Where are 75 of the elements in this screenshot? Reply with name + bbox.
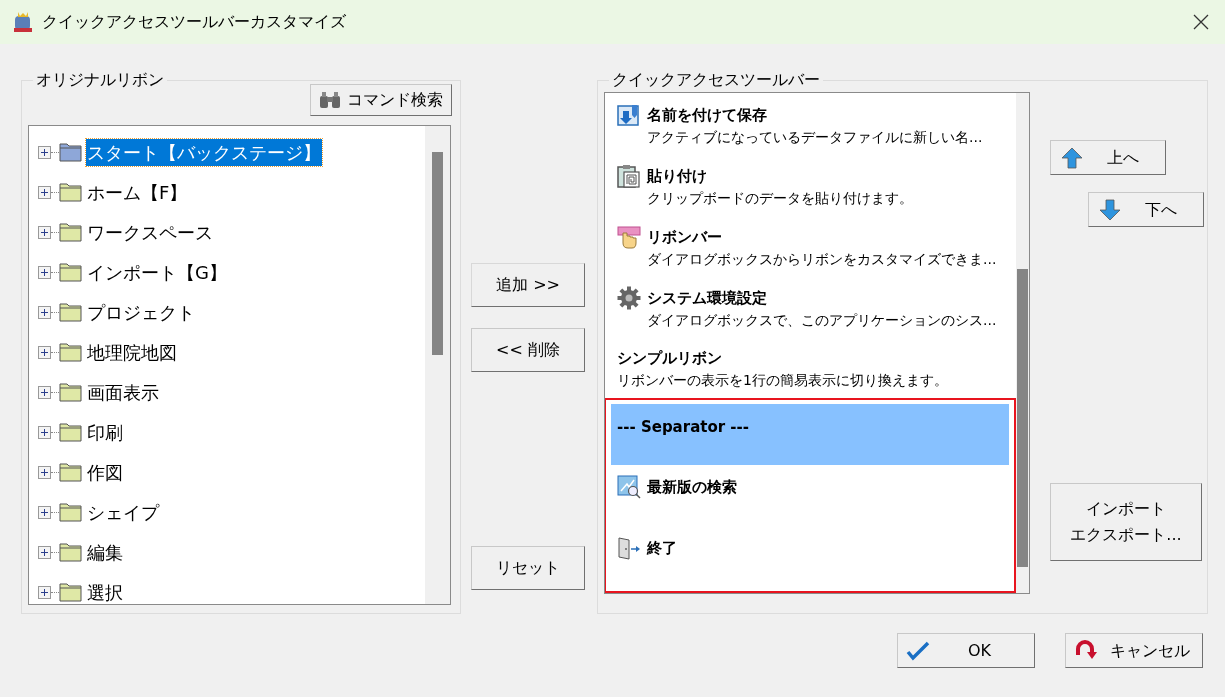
command-description: クリップボードのデータを貼り付けます。 bbox=[646, 189, 914, 208]
command-description: ダイアログボックスで、このアプリケーションのシス... bbox=[646, 311, 998, 330]
expand-toggle[interactable] bbox=[38, 425, 51, 439]
folder-icon bbox=[59, 422, 82, 442]
tree-item[interactable]: インポート【G】 bbox=[86, 258, 228, 286]
tree-item[interactable]: シェイプ bbox=[86, 498, 160, 526]
scrollbar-thumb[interactable] bbox=[432, 152, 443, 355]
command-search-button[interactable]: コマンド検索 bbox=[310, 84, 452, 116]
button-label-line: エクスポート... bbox=[1070, 524, 1182, 546]
scrollbar-thumb[interactable] bbox=[1017, 269, 1028, 567]
command-description: ダイアログボックスからリボンをカスタマイズできま... bbox=[646, 250, 998, 269]
import-export-button[interactable]: インポート エクスポート... bbox=[1050, 483, 1202, 561]
folder-icon bbox=[59, 182, 82, 202]
folder-icon bbox=[59, 342, 82, 362]
move-up-button[interactable]: 上へ bbox=[1050, 140, 1166, 175]
move-down-button[interactable]: 下へ bbox=[1088, 192, 1204, 227]
group-title: オリジナルリボン bbox=[35, 69, 165, 91]
expand-toggle[interactable] bbox=[38, 385, 51, 399]
folder-icon bbox=[59, 582, 82, 602]
command-title: 終了 bbox=[647, 537, 677, 559]
close-icon bbox=[1193, 14, 1209, 30]
tree-item[interactable]: スタート【バックステージ】 bbox=[86, 138, 322, 166]
binoculars-icon bbox=[319, 91, 341, 109]
command-title: 名前を付けて保存 bbox=[647, 104, 767, 126]
group-title: クイックアクセスツールバー bbox=[611, 69, 821, 91]
window-title: クイックアクセスツールバーカスタマイズ bbox=[42, 11, 346, 33]
separator-item[interactable]: --- Separator --- bbox=[611, 404, 1009, 465]
expand-toggle[interactable] bbox=[38, 545, 51, 559]
check-icon bbox=[906, 640, 932, 661]
expand-toggle[interactable] bbox=[38, 305, 51, 319]
ok-button[interactable]: OK bbox=[897, 633, 1035, 668]
folder-icon bbox=[59, 262, 82, 282]
command-title: シンプルリボン bbox=[617, 348, 722, 369]
gear-icon bbox=[617, 286, 641, 310]
command-title: システム環境設定 bbox=[647, 287, 767, 309]
remove-button[interactable]: << 削除 bbox=[471, 328, 585, 372]
tree-item[interactable]: ホーム【F】 bbox=[86, 178, 189, 206]
command-title: 最新版の検索 bbox=[647, 476, 737, 498]
folder-icon bbox=[59, 142, 82, 162]
command-description: アクティブになっているデータファイルに新しい名... bbox=[646, 128, 984, 147]
tree-item[interactable]: 編集 bbox=[86, 538, 124, 566]
command-description: リボンバーの表示を1行の簡易表示に切り換えます。 bbox=[617, 370, 949, 390]
expand-toggle[interactable] bbox=[38, 145, 51, 159]
app-mascot-icon bbox=[12, 11, 34, 33]
folder-icon bbox=[59, 462, 82, 482]
tree-item[interactable]: 印刷 bbox=[86, 418, 124, 446]
clipboard-icon bbox=[617, 164, 641, 188]
button-label-line: インポート bbox=[1086, 498, 1166, 520]
command-title: リボンバー bbox=[647, 226, 722, 248]
tree-item[interactable]: 画面表示 bbox=[86, 378, 160, 406]
folder-icon bbox=[59, 382, 82, 402]
expand-toggle[interactable] bbox=[38, 465, 51, 479]
tree-item[interactable]: ワークスペース bbox=[86, 218, 214, 246]
expand-toggle[interactable] bbox=[38, 505, 51, 519]
cancel-button[interactable]: キャンセル bbox=[1065, 633, 1203, 668]
folder-icon bbox=[59, 222, 82, 242]
expand-toggle[interactable] bbox=[38, 185, 51, 199]
expand-toggle[interactable] bbox=[38, 265, 51, 279]
tree-item[interactable]: プロジェクト bbox=[86, 298, 196, 326]
up-arrow-icon bbox=[1061, 146, 1083, 169]
ribbon-hand-icon bbox=[617, 225, 641, 249]
folder-icon bbox=[59, 542, 82, 562]
door-exit-icon bbox=[617, 536, 641, 560]
expand-toggle[interactable] bbox=[38, 225, 51, 239]
down-arrow-icon bbox=[1099, 198, 1121, 221]
tree-item[interactable]: 作図 bbox=[86, 458, 124, 486]
folder-icon bbox=[59, 502, 82, 522]
magnifier-icon bbox=[617, 475, 641, 499]
command-title: 貼り付け bbox=[647, 165, 707, 187]
tree-item[interactable]: 地理院地図 bbox=[86, 338, 178, 366]
reset-button[interactable]: リセット bbox=[471, 546, 585, 590]
expand-toggle[interactable] bbox=[38, 345, 51, 359]
folder-icon bbox=[59, 302, 82, 322]
tree-item[interactable]: 選択 bbox=[86, 578, 124, 604]
expand-toggle[interactable] bbox=[38, 585, 51, 599]
